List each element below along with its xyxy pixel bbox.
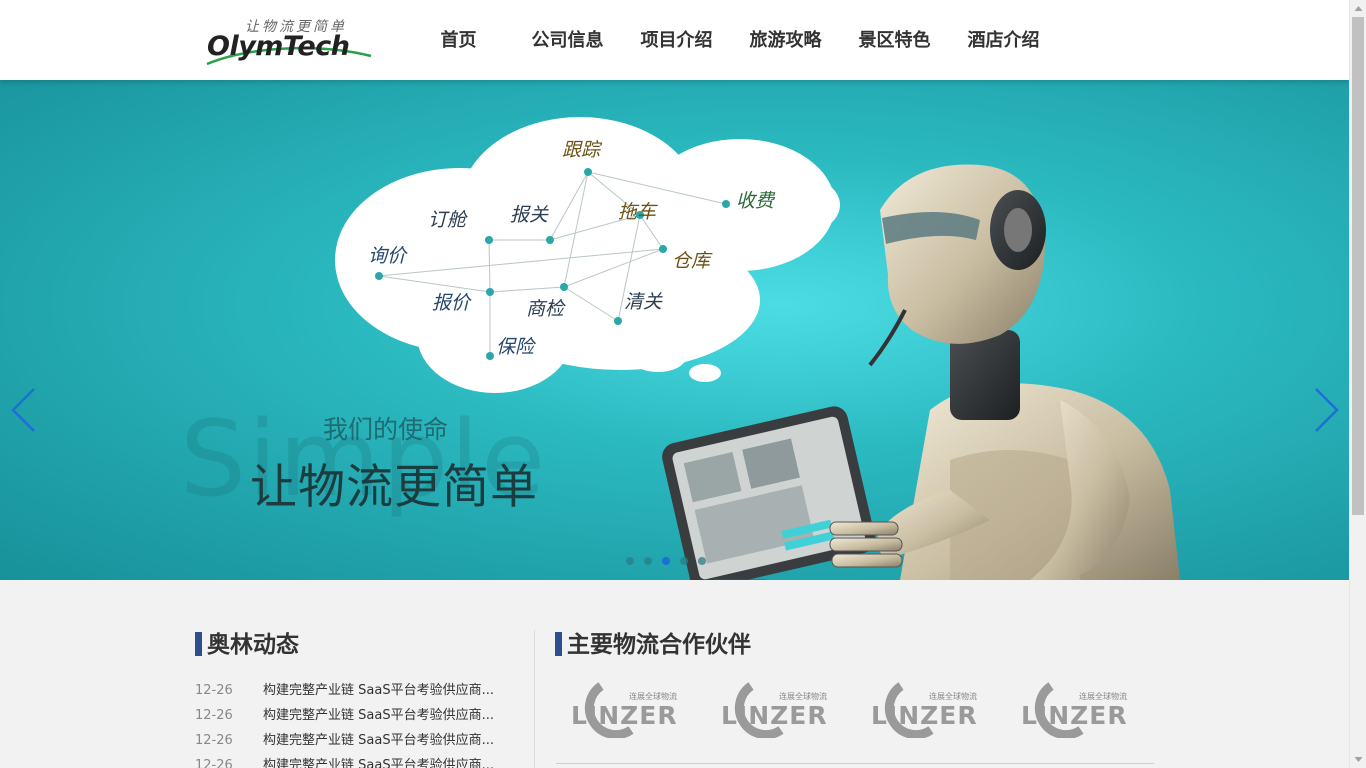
partner-tagline: 连展全球物流	[1079, 691, 1127, 701]
carousel-prev-arrow-icon[interactable]	[8, 386, 38, 434]
cloud-label-booking: 订舱	[428, 209, 468, 231]
carousel-dot[interactable]	[626, 557, 634, 565]
nav-item-travel-guide[interactable]: 旅游攻略	[731, 0, 840, 80]
partner-logo-graphic: 连展全球物流 LINZER	[721, 682, 828, 740]
partner-tagline: 连展全球物流	[779, 691, 827, 701]
mission-title: 让物流更简单	[250, 460, 538, 515]
news-list-item[interactable]: 12-26 构建完整产业链 SaaS平台考验供应商...	[195, 731, 513, 756]
news-list: 12-26 构建完整产业链 SaaS平台考验供应商... 12-26 构建完整产…	[195, 681, 513, 768]
news-date: 12-26	[195, 683, 233, 698]
page-scrollbar[interactable]	[1349, 0, 1366, 768]
partner-logo-graphic: 连展全球物流 LINZER	[1021, 682, 1128, 740]
carousel-pagination	[626, 557, 716, 565]
robot-illustration	[662, 164, 1180, 580]
partner-logo[interactable]: 连展全球物流 LINZER	[1019, 680, 1169, 740]
news-title-link[interactable]: 构建完整产业链 SaaS平台考验供应商...	[263, 731, 513, 756]
main-nav: 首页 公司信息 项目介绍 旅游攻略 景区特色 酒店介绍	[404, 0, 1058, 80]
logo-wordmark: OlymTech	[207, 31, 350, 62]
news-date: 12-26	[195, 733, 233, 748]
partner-tagline: 连展全球物流	[629, 691, 677, 701]
nav-item-scenic-features[interactable]: 景区特色	[840, 0, 949, 80]
news-list-item[interactable]: 12-26 构建完整产业链 SaaS平台考验供应商...	[195, 756, 513, 768]
cloud-label-insurance: 保险	[496, 336, 537, 358]
news-date: 12-26	[195, 758, 233, 768]
news-title-link[interactable]: 构建完整产业链 SaaS平台考验供应商...	[263, 756, 513, 768]
partner-logo[interactable]: 连展全球物流 LINZER	[869, 680, 1019, 740]
carousel-dot[interactable]	[698, 557, 706, 565]
news-title-link[interactable]: 构建完整产业链 SaaS平台考验供应商...	[263, 706, 513, 731]
partner-name: LINZER	[871, 701, 978, 730]
page: 让物流更简单 OlymTech 首页 公司信息 项目介绍 旅游攻略 景区特色 酒…	[0, 0, 1349, 768]
carousel-next-arrow-icon[interactable]	[1312, 386, 1342, 434]
partner-logo-list: 连展全球物流 LINZER 连展全球物流 LINZER 连展全球物流 LINZE…	[569, 680, 1169, 740]
news-title-link[interactable]: 构建完整产业链 SaaS平台考验供应商...	[263, 681, 513, 706]
scrollbar-thumb[interactable]	[1352, 17, 1364, 515]
partner-logo-graphic: 连展全球物流 LINZER	[871, 682, 978, 740]
carousel-dot[interactable]	[680, 557, 688, 565]
news-section-title: 奥林动态	[195, 632, 299, 658]
nav-item-company-info[interactable]: 公司信息	[513, 0, 622, 80]
carousel-dot-active[interactable]	[662, 557, 670, 565]
partner-name: LINZER	[571, 701, 678, 730]
hero-banner: Simple 跟踪 订舱 报关 拖车 收费 询价 仓库 报价 商检 清关 保险 …	[0, 80, 1349, 580]
partner-name: LINZER	[1021, 701, 1128, 730]
carousel-dot[interactable]	[644, 557, 652, 565]
cloud-label-tracking: 跟踪	[562, 139, 603, 161]
cloud-label-quotation: 报价	[432, 292, 472, 314]
nav-item-hotels[interactable]: 酒店介绍	[949, 0, 1058, 80]
news-list-item[interactable]: 12-26 构建完整产业链 SaaS平台考验供应商...	[195, 681, 513, 706]
section-divider	[534, 630, 535, 768]
cloud-label-inspection: 商检	[526, 298, 566, 320]
scroll-down-arrow-icon[interactable]	[1350, 751, 1366, 768]
partners-bottom-divider	[556, 763, 1154, 764]
news-list-item[interactable]: 12-26 构建完整产业链 SaaS平台考验供应商...	[195, 706, 513, 731]
site-logo[interactable]: 让物流更简单 OlymTech	[205, 16, 375, 66]
nav-item-projects[interactable]: 项目介绍	[622, 0, 731, 80]
partner-tagline: 连展全球物流	[929, 691, 977, 701]
cloud-label-customs-declaration: 报关	[510, 204, 549, 226]
partner-logo[interactable]: 连展全球物流 LINZER	[569, 680, 719, 740]
cloud-label-inquiry: 询价	[368, 245, 408, 267]
mission-subtitle: 我们的使命	[323, 415, 449, 444]
partner-logo[interactable]: 连展全球物流 LINZER	[719, 680, 869, 740]
scroll-up-arrow-icon[interactable]	[1350, 0, 1366, 17]
partner-name: LINZER	[721, 701, 828, 730]
site-header: 让物流更简单 OlymTech 首页 公司信息 项目介绍 旅游攻略 景区特色 酒…	[0, 0, 1349, 80]
news-date: 12-26	[195, 708, 233, 723]
partner-logo-graphic: 连展全球物流 LINZER	[571, 682, 678, 740]
nav-item-home[interactable]: 首页	[404, 0, 513, 80]
partners-section-title: 主要物流合作伙伴	[555, 632, 751, 658]
